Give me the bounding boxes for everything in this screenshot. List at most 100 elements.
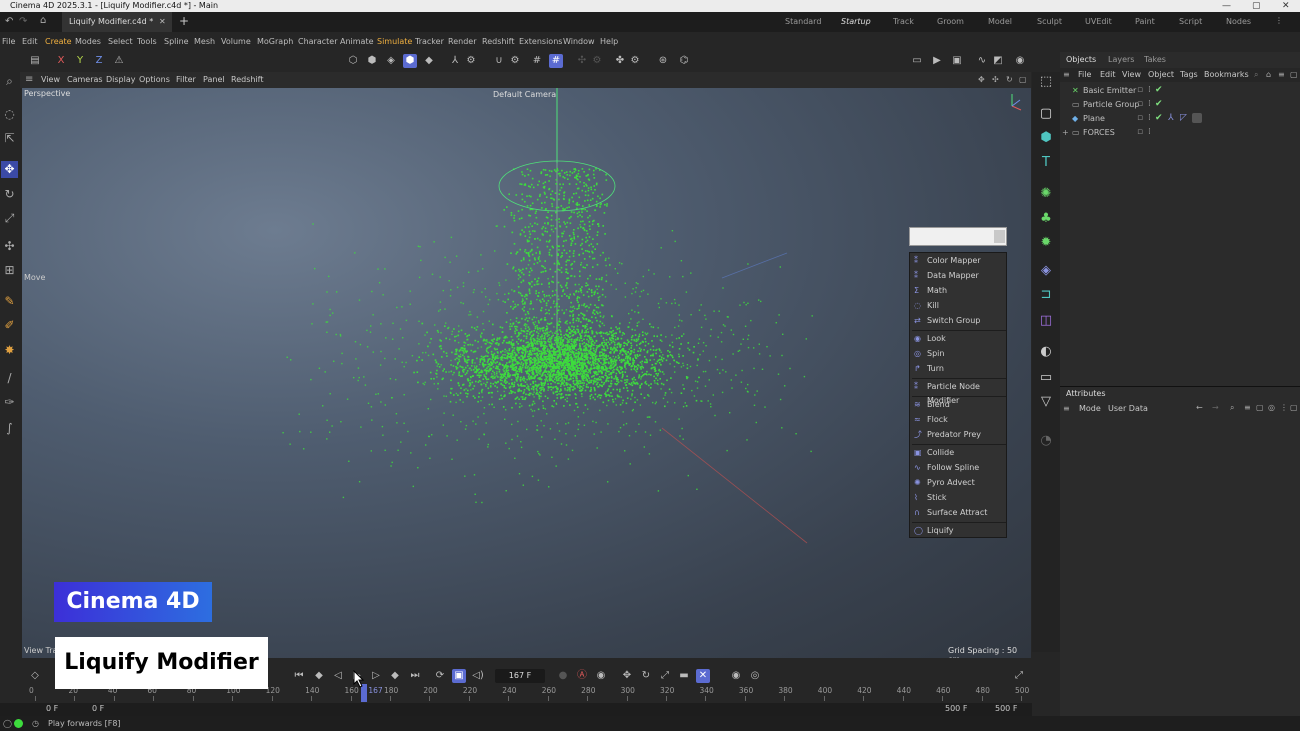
viewport-menu-options[interactable]: Options [139, 72, 170, 88]
viewport-rotate-icon[interactable]: ↻ [1006, 72, 1013, 88]
viewport-menu-cameras[interactable]: Cameras [67, 72, 103, 88]
material-tag-icon[interactable] [1192, 113, 1202, 123]
attributes-menu-userdata[interactable]: User Data [1108, 404, 1148, 413]
viewport-menu-filter[interactable]: Filter [176, 72, 196, 88]
prev-key-icon[interactable]: ◆ [312, 669, 326, 683]
polygon-pen-icon[interactable]: ✸ [1, 342, 18, 359]
cloner-icon[interactable]: ♣ [1037, 210, 1055, 228]
cube-icon[interactable]: ⬢ [1037, 129, 1055, 147]
menu-tools[interactable]: Tools [137, 32, 157, 51]
dropdown-item-pyro-advect[interactable]: ✺ Pyro Advect [910, 476, 1008, 490]
menu-volume[interactable]: Volume [221, 32, 251, 51]
move-tool-icon[interactable]: ✥ [1, 161, 18, 178]
hamburger-icon[interactable]: ≡ [25, 72, 33, 88]
attributes-filter-icon[interactable]: ≡ [1244, 403, 1251, 412]
layout-track[interactable]: Track [893, 12, 914, 32]
maximize-icon[interactable]: ▢ [1252, 0, 1261, 12]
render-dots-icon[interactable]: ⁞ [1148, 112, 1151, 125]
layout-paint[interactable]: Paint [1135, 12, 1155, 32]
new-tab-icon[interactable]: + [179, 14, 189, 28]
deformer-icon[interactable]: ◈ [1037, 262, 1055, 280]
menu-character[interactable]: Character [298, 32, 338, 51]
polygons-mode-icon[interactable]: ◈ [384, 54, 398, 68]
attributes-search-icon[interactable]: ⌕ [1230, 403, 1234, 413]
tag-icon-2[interactable]: ◸ [1180, 112, 1187, 125]
objects-menu-bookmarks[interactable]: Bookmarks [1204, 68, 1249, 82]
objects-menu-view[interactable]: View [1122, 68, 1141, 82]
loop-icon[interactable]: ⟳ [433, 669, 447, 683]
visibility-icon[interactable]: ▫ [1137, 126, 1143, 139]
snap-settings-icon[interactable]: ⚙ [508, 54, 522, 68]
spline-tool-icon[interactable]: ∫ [1, 420, 18, 437]
lock-icon[interactable]: ✤ [613, 54, 627, 68]
menu-spline[interactable]: Spline [164, 32, 189, 51]
paint-tool-icon[interactable]: ✑ [1, 394, 18, 411]
viewport-move-icon[interactable]: ✣ [992, 72, 999, 88]
3d-viewport[interactable]: Perspective Default Camera Move Grid Spa… [22, 88, 1031, 658]
dropdown-item-look[interactable]: ◉ Look [910, 332, 1008, 346]
layout-model[interactable]: Model [988, 12, 1012, 32]
motion-system-icon[interactable]: ◉ [729, 669, 743, 683]
preview-range-icon[interactable]: ▣ [452, 669, 466, 683]
home-icon[interactable]: ⌂ [40, 15, 46, 26]
undo-history-icon[interactable]: ▤ [28, 54, 42, 68]
enabled-check-icon[interactable]: ✔ [1155, 98, 1163, 111]
text-icon[interactable]: T [1037, 154, 1055, 172]
dropdown-item-turn[interactable]: ↱ Turn [910, 362, 1008, 376]
edges-mode-icon[interactable]: ⬢ [365, 54, 379, 68]
field-icon[interactable]: ✹ [1037, 234, 1055, 252]
viewport-menu-display[interactable]: Display [106, 72, 136, 88]
objects-maximize-icon[interactable]: ▢ [1290, 68, 1298, 82]
picture-viewer-icon[interactable]: ◩ [991, 54, 1005, 68]
menu-extensions[interactable]: Extensions [519, 32, 562, 51]
search-icon[interactable]: ⌕ [1, 73, 18, 90]
axis-z-button[interactable]: Z [92, 54, 106, 68]
menu-mesh[interactable]: Mesh [194, 32, 215, 51]
light-icon[interactable]: ▽ [1037, 393, 1055, 411]
objects-menu-tags[interactable]: Tags [1180, 68, 1198, 82]
object-row-particle-group[interactable]: ▭ Particle Group ▫ ⁞ ✔ [1060, 98, 1300, 111]
render-region-icon[interactable]: ▭ [910, 54, 924, 68]
axis-mode-icon[interactable]: ⅄ [448, 54, 462, 68]
dropdown-item-math[interactable]: Σ Math [910, 284, 1008, 298]
forward-arrow-icon[interactable]: → [1212, 403, 1219, 412]
visibility-icon[interactable]: ▫ [1137, 98, 1143, 111]
objects-menu-file[interactable]: File [1078, 68, 1091, 82]
selection-tool-icon[interactable]: ⇱ [1, 130, 18, 147]
live-selection-icon[interactable]: ◌ [1, 106, 18, 123]
current-frame-field[interactable]: 167 F [495, 669, 545, 683]
menu-redshift[interactable]: Redshift [482, 32, 514, 51]
uv-mode-icon[interactable]: ◆ [422, 54, 436, 68]
object-row-basic-emitter[interactable]: ✕ Basic Emitter ▫ ⁞ ✔ [1060, 84, 1300, 97]
generator-icon[interactable]: ◫ [1037, 312, 1055, 330]
axis-x-button[interactable]: X [54, 54, 68, 68]
layout-startup[interactable]: Startup [841, 12, 871, 32]
document-tab[interactable]: Liquify Modifier.c4d * ✕ [62, 12, 172, 32]
menu-edit[interactable]: Edit [22, 32, 38, 51]
layout-standard[interactable]: Standard [785, 12, 821, 32]
tab-takes[interactable]: Takes [1144, 55, 1166, 64]
render-view-icon[interactable]: ▶ [930, 54, 944, 68]
next-frame-icon[interactable]: ▷ [369, 669, 383, 683]
minimize-icon[interactable]: — [1222, 0, 1231, 12]
coordinate-system-icon[interactable]: ⚠ [112, 54, 126, 68]
brush-tool-icon[interactable]: / [1, 370, 18, 387]
close-tab-icon[interactable]: ✕ [159, 12, 166, 32]
viewport-menu-view[interactable]: View [41, 72, 60, 88]
pointer-icon[interactable]: ⬚ [1037, 73, 1055, 91]
points-mode-icon[interactable]: ⬡ [346, 54, 360, 68]
key-param-icon[interactable]: ▬ [677, 669, 691, 683]
viewport-menu-redshift[interactable]: Redshift [231, 72, 263, 88]
layout-sculpt[interactable]: Sculpt [1037, 12, 1062, 32]
dropdown-item-kill[interactable]: ◌ Kill [910, 299, 1008, 313]
symmetry-settings-icon[interactable]: ⚙ [590, 54, 604, 68]
expand-icon[interactable]: + [1062, 126, 1069, 139]
render-settings-icon[interactable]: ▣ [950, 54, 964, 68]
dropdown-item-collide[interactable]: ▣ Collide [910, 446, 1008, 460]
menu-simulate[interactable]: Simulate [377, 32, 412, 51]
objects-hamburger-icon[interactable]: ≡ [1063, 68, 1070, 82]
dropdown-item-particle-node-modifier[interactable]: ⁑ Particle Node Modifier [910, 380, 1008, 405]
next-key-icon[interactable]: ◆ [388, 669, 402, 683]
render-dots-icon[interactable]: ⁞ [1148, 84, 1151, 97]
viewport-solo-icon[interactable]: ⊛ [656, 54, 670, 68]
